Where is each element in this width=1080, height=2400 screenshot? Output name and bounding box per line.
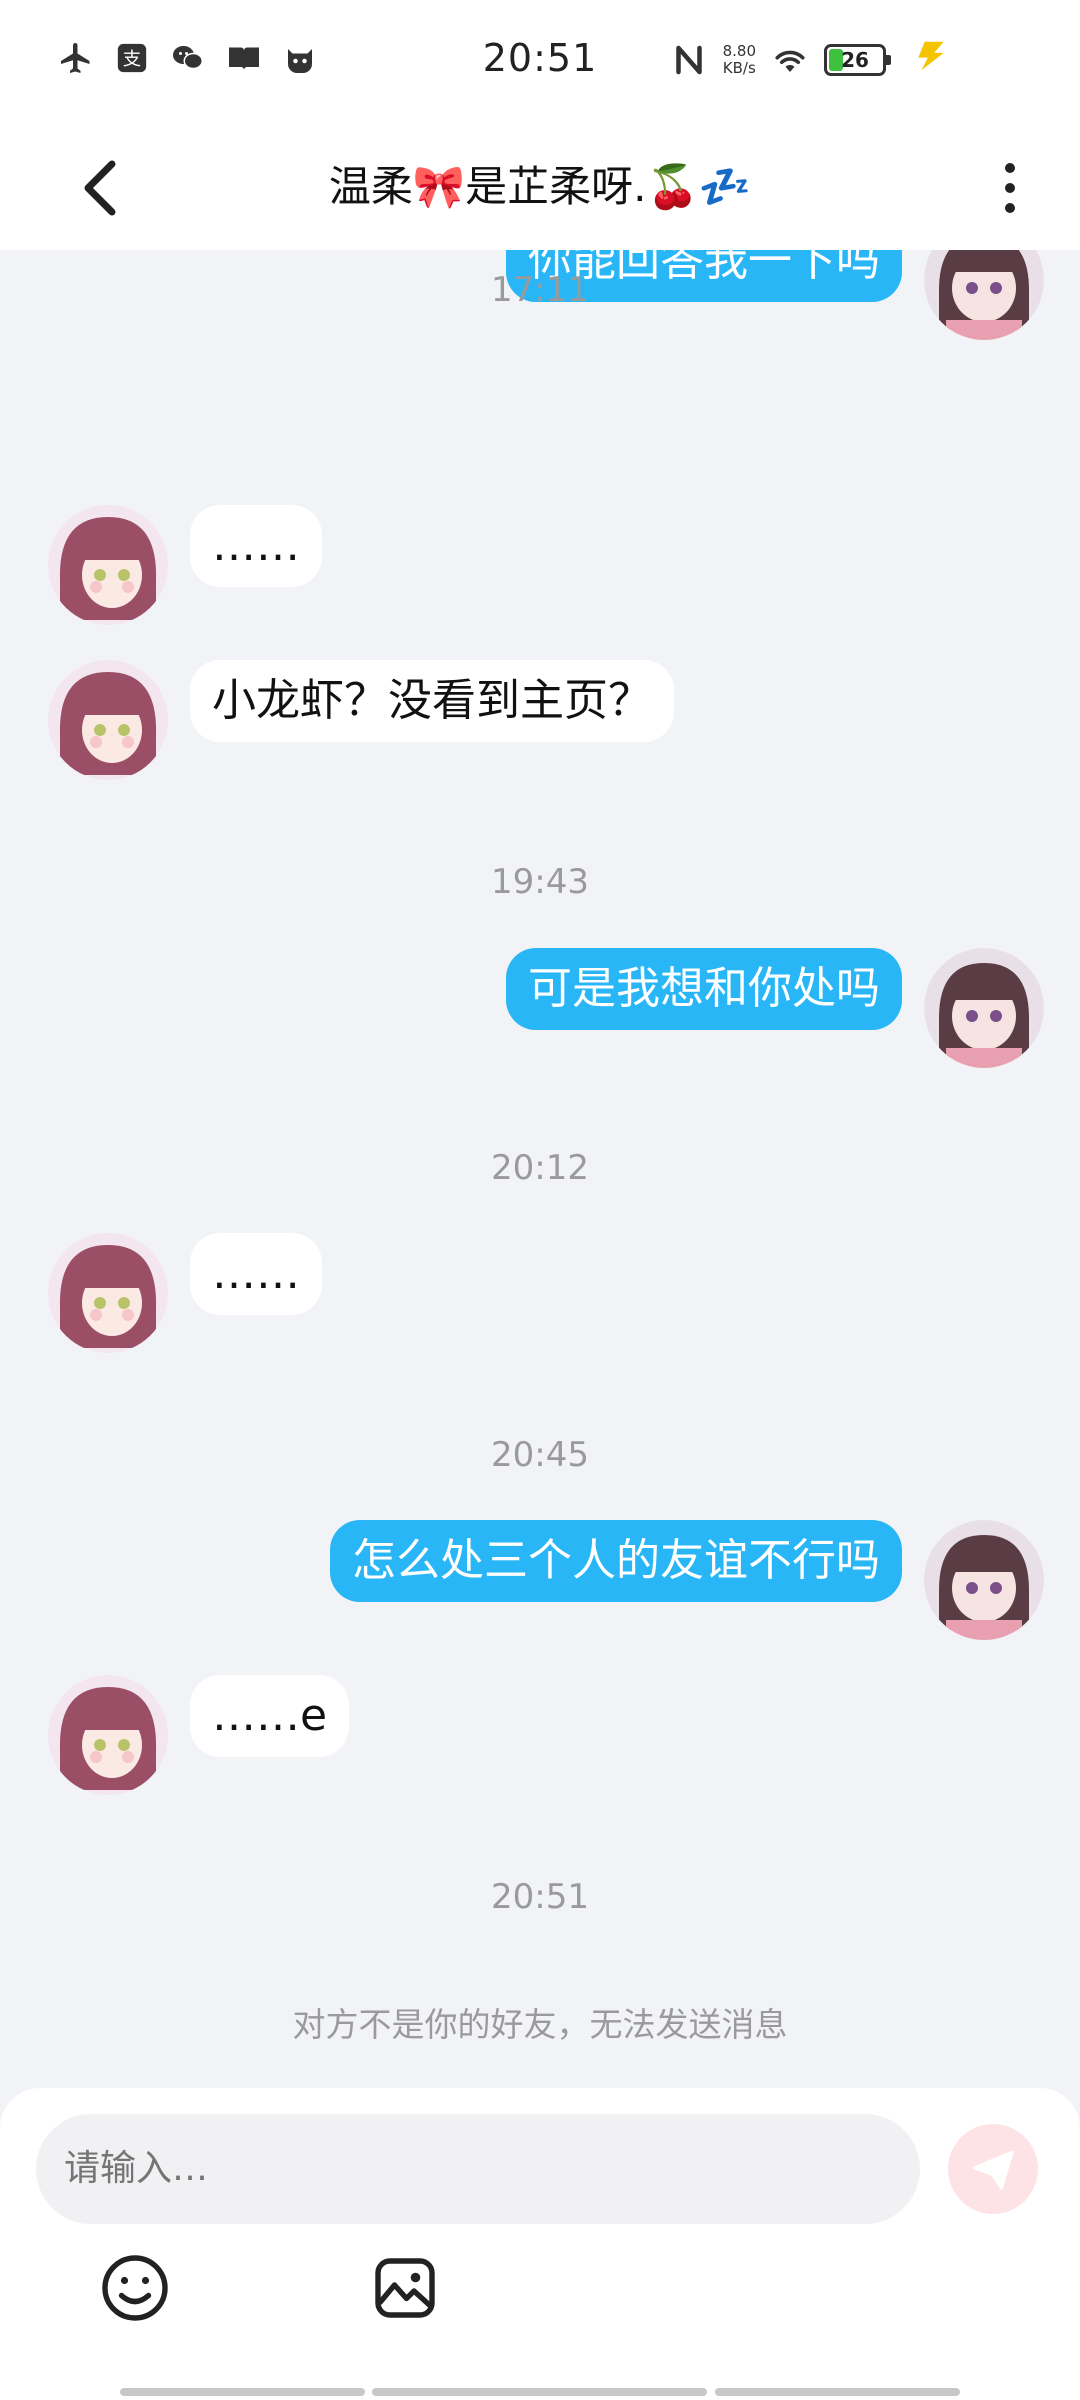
message-input[interactable]	[36, 2114, 920, 2224]
more-options-button[interactable]	[990, 150, 1030, 226]
not-friend-notice: 对方不是你的好友，无法发送消息	[292, 2005, 788, 2044]
message-list[interactable]: 你能回答我一下吗 17:11 …… 小龙虾？没看到主页？ 19:43 可是我想和…	[0, 250, 1080, 2090]
contact-avatar[interactable]	[48, 505, 168, 625]
timestamp: 20:51	[491, 1877, 589, 1917]
nav-bar-segment	[715, 2388, 960, 2396]
send-button[interactable]	[948, 2124, 1038, 2214]
status-bar: 支 20:51 8.80 KB/s 26	[0, 0, 1080, 125]
my-avatar[interactable]	[924, 1520, 1044, 1640]
message-bubble-outgoing[interactable]: 怎么处三个人的友谊不行吗	[330, 1520, 902, 1602]
image-button[interactable]	[365, 2248, 445, 2328]
timestamp: 20:12	[491, 1148, 589, 1188]
message-composer	[0, 2088, 1080, 2400]
more-dot-icon	[1005, 203, 1015, 213]
message-bubble-incoming[interactable]: 小龙虾？没看到主页？	[190, 660, 674, 742]
charging-bolt-icon	[912, 38, 950, 82]
message-row-incoming: ……	[48, 505, 322, 625]
status-icons-right: 8.80 KB/s 26	[671, 38, 950, 82]
contact-avatar[interactable]	[48, 660, 168, 780]
message-row-outgoing: 怎么处三个人的友谊不行吗	[330, 1520, 1044, 1640]
wifi-icon	[772, 42, 808, 78]
image-icon	[375, 2258, 435, 2318]
message-row-incoming: ……e	[48, 1675, 350, 1795]
timestamp: 20:45	[491, 1435, 589, 1475]
message-bubble-incoming[interactable]: ……	[190, 505, 322, 587]
timestamp: 17:11	[491, 270, 589, 310]
message-row-incoming: ……	[48, 1233, 322, 1353]
battery-level: 26	[841, 48, 869, 72]
nav-bar-segment	[120, 2388, 365, 2396]
chat-title: 温柔🎀是芷柔呀.🍒💤	[328, 162, 752, 211]
emoji-icon	[102, 2255, 168, 2321]
message-bubble-outgoing[interactable]: 可是我想和你处吗	[506, 948, 902, 1030]
network-speed-unit: KB/s	[722, 59, 756, 77]
battery-icon: 26	[824, 44, 891, 76]
emoji-button[interactable]	[95, 2248, 175, 2328]
contact-avatar[interactable]	[48, 1675, 168, 1795]
more-dot-icon	[1005, 183, 1015, 193]
message-row-incoming: 小龙虾？没看到主页？	[48, 660, 674, 780]
chat-header: 温柔🎀是芷柔呀.🍒💤	[0, 125, 1080, 250]
send-icon	[972, 2150, 1014, 2190]
timestamp: 19:43	[491, 862, 589, 902]
message-bubble-incoming[interactable]: ……	[190, 1233, 322, 1315]
contact-avatar[interactable]	[48, 1233, 168, 1353]
nav-bar-segment	[372, 2388, 707, 2396]
my-avatar[interactable]	[924, 948, 1044, 1068]
network-speed-value: 8.80	[722, 42, 756, 60]
message-row-outgoing: 可是我想和你处吗	[506, 948, 1044, 1068]
nfc-icon	[671, 42, 707, 78]
more-dot-icon	[1005, 163, 1015, 173]
network-speed: 8.80 KB/s	[723, 43, 756, 77]
message-bubble-incoming[interactable]: ……e	[190, 1675, 350, 1757]
